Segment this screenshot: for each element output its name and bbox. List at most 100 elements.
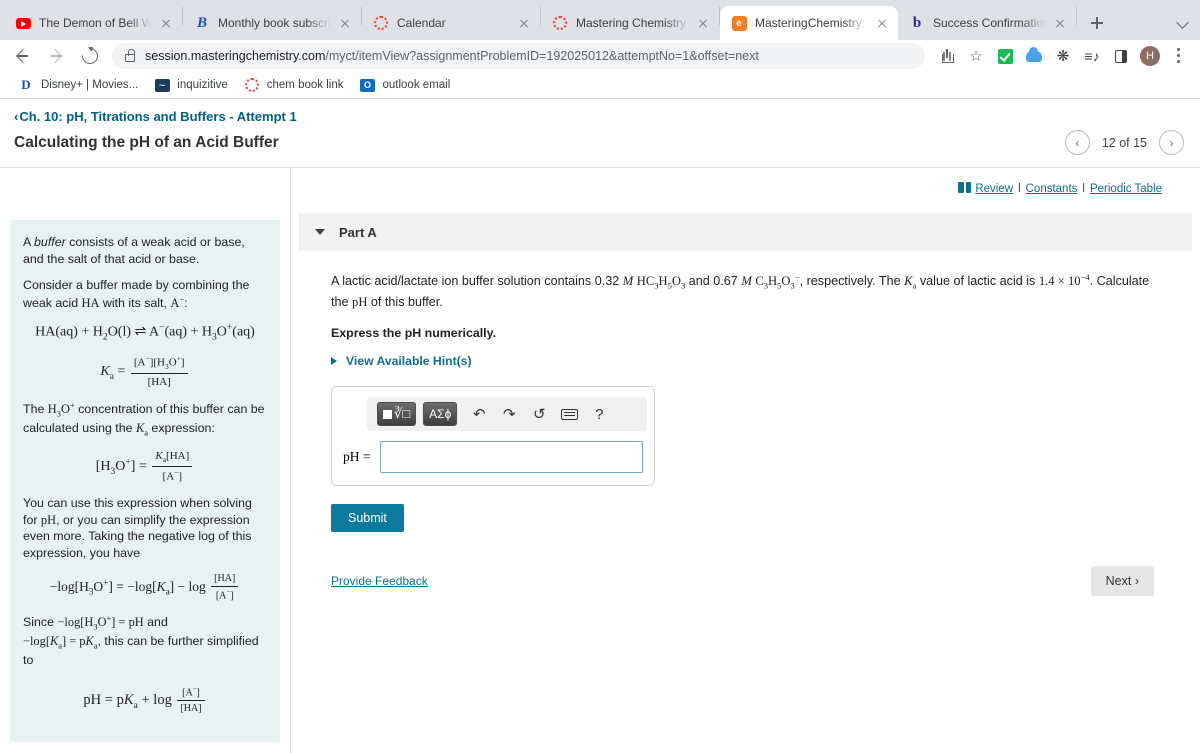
- molarity-symbol: M: [622, 274, 634, 289]
- formula-ph: pH: [352, 294, 368, 309]
- formula-a-minus: A−: [170, 294, 185, 311]
- text: The: [23, 402, 48, 417]
- ka-value: 1.4 × 10−4: [1038, 272, 1090, 289]
- sidebar-paragraph-1: A buffer consists of a weak acid or base…: [23, 234, 267, 267]
- star-icon[interactable]: ☆: [963, 43, 989, 69]
- close-icon[interactable]: [874, 15, 890, 31]
- tab-title: The Demon of Bell Witch Ca: [39, 16, 152, 30]
- close-icon[interactable]: [158, 15, 174, 31]
- back-button[interactable]: [8, 42, 36, 70]
- learning-goal-box: A buffer consists of a weak acid or base…: [10, 220, 280, 742]
- breadcrumb[interactable]: ‹Ch. 10: pH, Titrations and Buffers - At…: [0, 99, 1200, 124]
- browser-tab-4[interactable]: Mastering Chemistry Assig: [541, 6, 719, 40]
- tab-separator: [1076, 7, 1077, 25]
- template-button[interactable]: ∛□: [377, 402, 417, 427]
- url-text: session.masteringchemistry.com/myct/item…: [145, 49, 759, 63]
- close-icon[interactable]: [695, 15, 711, 31]
- tab-title: Calendar: [397, 16, 446, 30]
- bookmark-disney[interactable]: D Disney+ | Movies...: [10, 74, 146, 96]
- formula-neglog-ka: −log[Ka] = pKa: [23, 634, 98, 651]
- pager: ‹ 12 of 15 ›: [1064, 130, 1184, 155]
- tab-title: Monthly book subscription: [218, 16, 331, 30]
- collapse-caret-down-icon[interactable]: [315, 229, 325, 235]
- sunburst-icon: [552, 15, 568, 31]
- close-icon[interactable]: [337, 15, 353, 31]
- caret-right-icon: [331, 357, 337, 366]
- undo-icon[interactable]: ↶: [464, 401, 494, 427]
- browser-tab-3[interactable]: Calendar: [362, 6, 540, 40]
- periodic-table-link[interactable]: Periodic Table: [1090, 183, 1162, 195]
- chrome-menu-kebab-icon[interactable]: [1166, 43, 1192, 69]
- link-separator: l: [1082, 183, 1085, 195]
- forward-button[interactable]: [42, 42, 70, 70]
- close-icon[interactable]: [1052, 15, 1068, 31]
- browser-tab-2[interactable]: B Monthly book subscription: [183, 6, 361, 40]
- constants-link[interactable]: Constants: [1026, 183, 1078, 195]
- keyboard-icon[interactable]: [554, 401, 584, 427]
- page-content: ‹ Ch. 10: pH, Titrations and Buffers - At…: [0, 99, 1200, 753]
- cloud-extension-icon[interactable]: [1021, 43, 1047, 69]
- url-path: /myct/itemView?assignmentProblemID=19202…: [325, 49, 759, 63]
- outlook-icon: O: [359, 77, 375, 93]
- help-icon[interactable]: ?: [584, 401, 614, 427]
- equation-ka: Ka = [A−][H3O+] [HA]: [23, 354, 267, 390]
- answer-input[interactable]: [379, 441, 643, 474]
- greek-button[interactable]: ΑΣϕ: [423, 402, 458, 427]
- sidebar: A buffer consists of a weak acid or base…: [0, 168, 291, 753]
- tab-title: MasteringChemistry: Ch. 10: [755, 16, 868, 30]
- formula-ha: HA: [81, 296, 100, 311]
- green-check-extension-icon[interactable]: [992, 43, 1018, 69]
- sidebar-paragraph-5: Since −log[H3O+] = pH and −log[Ka] = pKa…: [23, 613, 267, 669]
- browser-tab-6[interactable]: b Success Confirmation of Q: [898, 6, 1076, 40]
- review-link[interactable]: Review: [975, 183, 1013, 195]
- reading-list-icon[interactable]: ≡♪: [1079, 43, 1105, 69]
- provide-feedback-link[interactable]: Provide Feedback: [331, 574, 428, 588]
- equation-neg-log: −log[H3O+] = −log[Ka] − log [HA] [A−]: [23, 572, 267, 603]
- next-button[interactable]: Next ›: [1090, 566, 1154, 597]
- close-icon[interactable]: [516, 15, 532, 31]
- avatar-initial: H: [1140, 46, 1160, 66]
- share-icon[interactable]: [934, 43, 960, 69]
- reset-icon[interactable]: ↺: [524, 401, 554, 427]
- redo-icon[interactable]: ↷: [494, 401, 524, 427]
- pager-prev-button[interactable]: ‹: [1064, 130, 1090, 155]
- browser-tab-5-active[interactable]: e MasteringChemistry: Ch. 10: [720, 6, 898, 40]
- formula-ph: pH: [40, 512, 57, 527]
- browser-chrome: The Demon of Bell Witch Ca B Monthly boo…: [0, 0, 1200, 99]
- tab-search-chevron-down-icon[interactable]: [1170, 8, 1196, 36]
- tab-title: Success Confirmation of Q: [933, 16, 1046, 30]
- breadcrumb-label: Ch. 10: pH, Titrations and Buffers - Att…: [19, 109, 297, 124]
- new-tab-button[interactable]: [1083, 9, 1111, 37]
- text: with its salt,: [99, 296, 171, 311]
- bookmark-chem-book-link[interactable]: chem book link: [236, 74, 352, 96]
- puzzle-extensions-icon[interactable]: ❋: [1050, 43, 1076, 69]
- text: :: [184, 296, 188, 311]
- submit-button[interactable]: Submit: [331, 504, 404, 533]
- bookmark-outlook-email[interactable]: O outlook email: [351, 74, 458, 96]
- bookish-b-icon: B: [196, 14, 207, 31]
- browser-tab-1[interactable]: The Demon of Bell Witch Ca: [4, 6, 182, 40]
- view-hints-toggle[interactable]: View Available Hint(s): [291, 340, 1200, 368]
- bookmark-inquizitive[interactable]: ∼ inquizitive: [146, 74, 236, 96]
- part-header[interactable]: Part A: [299, 213, 1192, 251]
- footer-row: Provide Feedback Next ›: [291, 532, 1200, 597]
- text: Since: [23, 615, 58, 630]
- url-host: session.masteringchemistry.com: [145, 49, 326, 63]
- bookmark-label: chem book link: [266, 79, 344, 91]
- side-panel-icon[interactable]: [1108, 43, 1134, 69]
- link-separator: l: [1018, 183, 1021, 195]
- part-label: Part A: [339, 224, 377, 240]
- sunburst-icon: [244, 77, 260, 93]
- reload-button[interactable]: [76, 42, 104, 70]
- resource-links: Review l Constants l Periodic Table: [291, 168, 1200, 195]
- bookmark-label: outlook email: [382, 79, 451, 91]
- address-bar[interactable]: session.masteringchemistry.com/myct/item…: [112, 43, 925, 69]
- sidebar-paragraph-3: The H3O+ concentration of this buffer ca…: [23, 400, 267, 439]
- avatar[interactable]: H: [1137, 43, 1163, 69]
- tab-strip: The Demon of Bell Witch Ca B Monthly boo…: [0, 0, 1200, 40]
- pager-next-button[interactable]: ›: [1159, 130, 1184, 155]
- text: expression:: [147, 421, 215, 436]
- main-content: Review l Constants l Periodic Table Part A A…: [291, 168, 1200, 753]
- book-icon: [958, 182, 972, 193]
- inquizitive-icon: ∼: [154, 77, 170, 93]
